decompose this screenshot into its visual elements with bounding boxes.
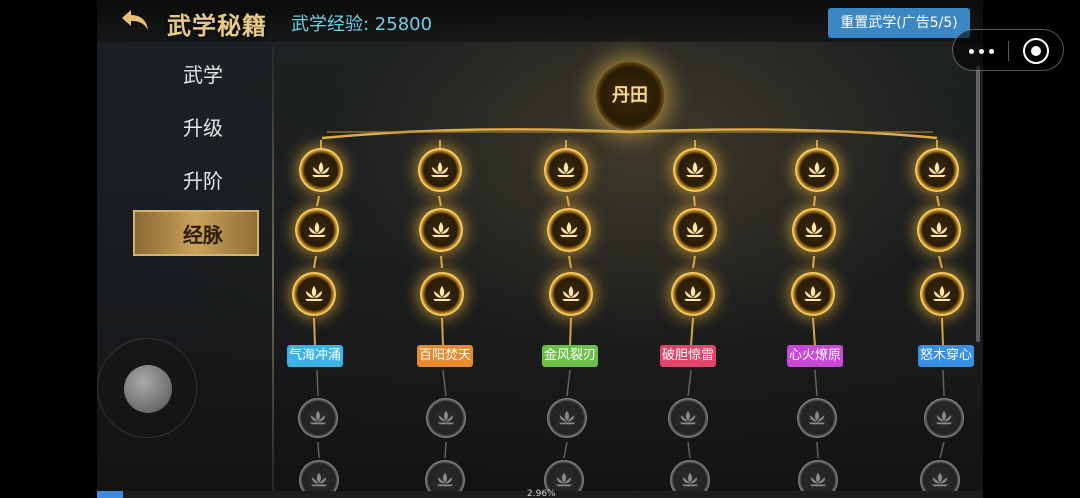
lotus-icon [809,472,827,487]
lotus-icon [437,410,455,425]
lotus-icon [308,222,326,237]
loading-progress-label: 2.96% [527,489,556,498]
meridian-node[interactable] [671,272,715,316]
tree-connectors [313,128,945,459]
lotus-icon [433,286,451,301]
lotus-icon [808,410,826,425]
lotus-icon [684,286,702,301]
meridian-node[interactable] [420,272,464,316]
lotus-icon [686,222,704,237]
meridian-node[interactable] [292,272,336,316]
meridian-node[interactable] [547,208,591,252]
tree-scrollbar[interactable] [976,66,980,342]
lotus-icon [679,410,697,425]
lotus-icon [436,472,454,487]
meridian-node-locked[interactable] [797,398,837,438]
meridian-node[interactable] [795,148,839,192]
meridian-node-locked[interactable] [668,398,708,438]
lotus-icon [312,162,330,177]
game-viewport: 武学秘籍 武学经验: 25800 重置武学(广告5/5) 武学 升级 升阶 经脉 [97,0,983,498]
meridian-node[interactable] [915,148,959,192]
meridian-node[interactable] [673,148,717,192]
meridian-node[interactable] [419,208,463,252]
joystick-knob[interactable] [124,365,172,413]
loading-progress-fill [97,491,124,498]
more-dots-icon[interactable] [965,38,999,64]
lotus-icon [305,286,323,301]
meridian-node[interactable] [418,148,462,192]
meridian-node[interactable] [295,208,339,252]
dantian-root-node[interactable]: 丹田 [596,62,664,130]
lotus-icon [808,162,826,177]
lotus-icon [555,472,573,487]
meridian-node-locked[interactable] [924,398,964,438]
letterbox-left [0,0,97,498]
meridian-node-locked[interactable] [426,398,466,438]
branch-badge-4[interactable]: 破胆惊雷 [660,345,716,367]
record-icon[interactable] [1023,38,1049,64]
branch-badge-3[interactable]: 金风裂刃 [542,345,598,367]
lotus-icon [928,162,946,177]
lotus-icon [804,286,822,301]
meridian-node[interactable] [791,272,835,316]
lotus-icon [931,472,949,487]
dantian-root-label: 丹田 [612,85,648,106]
lotus-icon [805,222,823,237]
lotus-icon [558,410,576,425]
branch-badge-1[interactable]: 气海冲涌 [287,345,343,367]
mini-program-capsule [952,29,1064,71]
letterbox-right [983,0,1080,498]
meridian-node[interactable] [792,208,836,252]
lotus-icon [431,162,449,177]
meridian-node-locked[interactable] [298,398,338,438]
lotus-icon [309,410,327,425]
lotus-icon [310,472,328,487]
lotus-icon [432,222,450,237]
meridian-tree: 丹田 气海冲涌 百阳焚天 金风裂刃 破胆惊雷 心火燎原 怒木穿心 [97,0,983,498]
virtual-joystick[interactable] [97,338,197,438]
capsule-divider [1008,41,1009,61]
lotus-icon [686,162,704,177]
meridian-node[interactable] [544,148,588,192]
meridian-node[interactable] [549,272,593,316]
lotus-icon [935,410,953,425]
meridian-node[interactable] [920,272,964,316]
branch-badge-2[interactable]: 百阳焚天 [417,345,473,367]
meridian-node[interactable] [299,148,343,192]
lotus-icon [560,222,578,237]
lotus-icon [562,286,580,301]
branch-badge-5[interactable]: 心火燎原 [787,345,843,367]
lotus-icon [681,472,699,487]
lotus-icon [930,222,948,237]
meridian-node[interactable] [673,208,717,252]
meridian-node[interactable] [917,208,961,252]
lotus-icon [557,162,575,177]
meridian-node-locked[interactable] [547,398,587,438]
lotus-icon [933,286,951,301]
branch-badge-6[interactable]: 怒木穿心 [918,345,974,367]
